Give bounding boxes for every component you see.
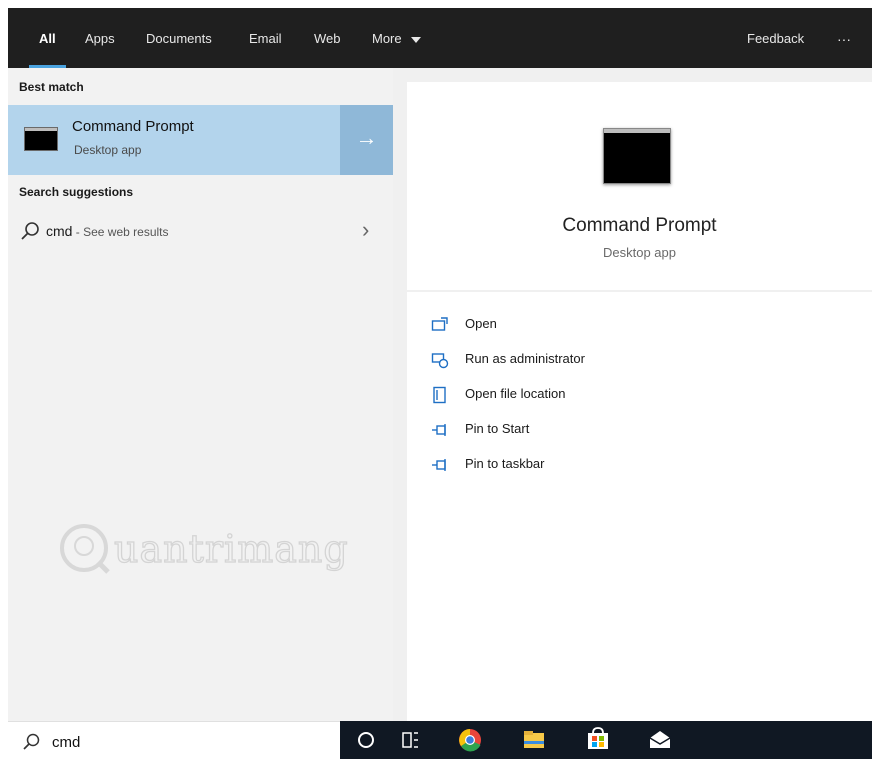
file-location-icon [433, 386, 446, 404]
watermark-logo: uantrimang [56, 518, 396, 589]
taskbar-search-box[interactable] [8, 721, 340, 759]
feedback-label: Feedback [747, 31, 805, 46]
search-icon [21, 222, 39, 240]
feedback-button[interactable]: Feedback [747, 8, 804, 68]
preview-app-title: Command Prompt [562, 215, 717, 236]
run-as-admin-icon [431, 353, 449, 369]
store-icon [588, 727, 608, 749]
overflow-label: ··· [837, 31, 851, 47]
tab-documents[interactable]: Documents [146, 8, 212, 68]
tab-more-label: More [372, 31, 402, 46]
best-match-result[interactable]: Command Prompt Desktop app [8, 105, 340, 175]
mail-button[interactable] [638, 721, 682, 759]
more-options-button[interactable]: ··· [837, 8, 851, 68]
actions-list: Open Run as administrator Open file loca… [407, 292, 872, 721]
chrome-button[interactable] [448, 721, 492, 759]
command-prompt-icon [24, 127, 58, 151]
task-view-button[interactable] [388, 721, 432, 759]
tab-web-label: Web [314, 31, 341, 46]
action-pin-to-taskbar-label: Pin to taskbar [465, 456, 545, 471]
suggestion-suffix: - See web results [72, 225, 169, 239]
search-icon [23, 733, 40, 750]
tab-email-label: Email [249, 31, 282, 46]
tab-documents-label: Documents [146, 31, 212, 46]
tab-apps-label: Apps [85, 31, 115, 46]
pin-to-start-icon [432, 424, 446, 436]
open-icon [431, 317, 448, 331]
action-pin-to-start-label: Pin to Start [465, 421, 530, 436]
caret-down-icon [411, 36, 422, 43]
app-preview-card: Command Prompt Desktop app [407, 82, 872, 290]
expand-details-button[interactable]: → [340, 105, 393, 175]
preview-app-subtitle: Desktop app [603, 245, 676, 260]
watermark-text: uantrimang [114, 527, 349, 571]
arrow-right-icon: → [355, 125, 378, 150]
chrome-icon [459, 729, 481, 752]
cortana-icon [358, 732, 374, 748]
best-match-title: Command Prompt [72, 118, 194, 135]
task-view-icon [402, 732, 418, 748]
store-button[interactable] [576, 721, 620, 759]
tab-email[interactable]: Email [249, 8, 282, 68]
suggestion-text: cmd - See web results [46, 223, 169, 239]
mail-icon [649, 731, 671, 748]
cortana-button[interactable] [344, 721, 388, 759]
pin-to-taskbar-icon [432, 459, 446, 471]
taskbar [340, 721, 872, 759]
action-run-as-administrator-label: Run as administrator [465, 351, 585, 366]
search-suggestions-heading: Search suggestions [19, 185, 134, 199]
file-explorer-icon [524, 731, 544, 748]
suggestion-query: cmd [46, 223, 73, 239]
search-scope-tabs: All Apps Documents Email Web More Feedba… [8, 8, 872, 68]
web-suggestion-item[interactable]: cmd - See web results › [8, 212, 393, 252]
file-explorer-button[interactable] [512, 721, 556, 759]
tab-apps[interactable]: Apps [85, 8, 115, 68]
best-match-heading: Best match [19, 80, 84, 94]
tab-all-label: All [39, 31, 56, 46]
action-open-label: Open [465, 316, 497, 331]
action-open-file-location-label: Open file location [465, 386, 566, 401]
tab-more[interactable]: More [372, 8, 422, 68]
details-pane: Command Prompt Desktop app Open Run as a… [393, 68, 872, 721]
tab-all[interactable]: All [29, 8, 66, 68]
command-prompt-large-icon [603, 128, 671, 184]
chevron-right-icon: › [362, 217, 370, 242]
best-match-subtitle: Desktop app [74, 143, 142, 157]
search-input[interactable] [52, 731, 312, 753]
tab-web[interactable]: Web [314, 8, 341, 68]
watermark-graphic: uantrimang [60, 524, 349, 574]
results-pane: Best match Command Prompt Desktop app → … [8, 68, 393, 721]
